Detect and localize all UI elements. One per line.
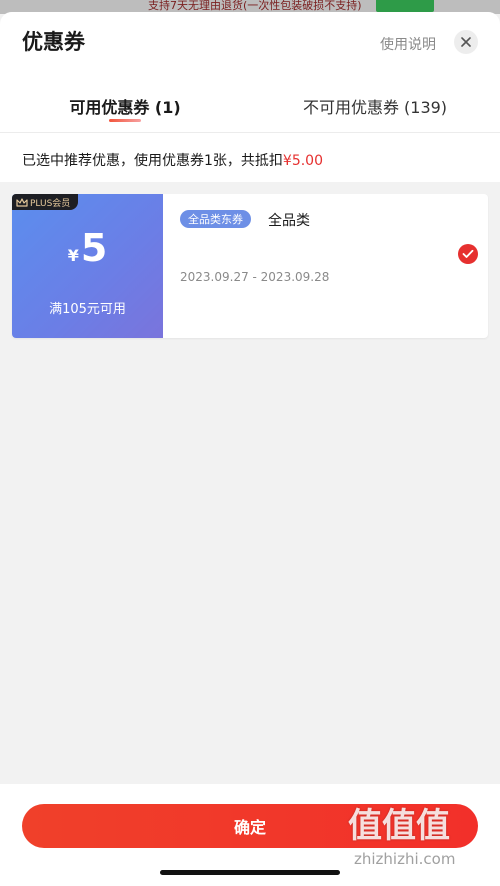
coupon-category: 全品类: [268, 213, 310, 229]
checkmark-icon: [462, 249, 474, 258]
tabs-divider: [0, 132, 500, 133]
summary-amount: ¥5.00: [282, 153, 323, 169]
coupon-condition: 满105元可用: [49, 302, 126, 317]
background-green-button: [376, 0, 434, 12]
tab-available-coupons[interactable]: 可用优惠券 (1): [0, 94, 250, 118]
coupon-select-checkbox[interactable]: [458, 244, 478, 264]
active-tab-indicator: [109, 119, 141, 122]
watermark-url: zhizhizhi.com: [354, 850, 456, 868]
coupon-value-panel: PLUS会员 ¥5 满105元可用: [12, 194, 163, 338]
tab-unavailable-coupons[interactable]: 不可用优惠券 (139): [250, 94, 500, 118]
plus-member-badge: PLUS会员: [12, 194, 79, 210]
coupon-type-tag: 全品类东券: [180, 210, 251, 228]
crown-icon: [16, 197, 28, 207]
selection-summary: 已选中推荐优惠，使用优惠券1张，共抵扣¥5.00: [22, 150, 323, 170]
close-icon: [461, 37, 471, 47]
coupon-validity-dates: 2023.09.27 - 2023.09.28: [180, 270, 330, 284]
coupon-card[interactable]: PLUS会员 ¥5 满105元可用 全品类东券 全品类 2023.09.27 -…: [12, 194, 488, 338]
watermark-logo: 值值值: [348, 806, 450, 846]
coupon-price: ¥5: [12, 226, 163, 270]
site-watermark: 值值值 zhizhizhi.com: [342, 790, 492, 886]
home-indicator: [160, 870, 340, 875]
plus-badge-label: PLUS会员: [30, 198, 71, 209]
currency-symbol: ¥: [67, 246, 79, 265]
sheet-title: 优惠券: [22, 30, 85, 54]
summary-text: 已选中推荐优惠，使用优惠券1张，共抵扣: [22, 153, 283, 169]
close-button[interactable]: [454, 30, 478, 54]
usage-instructions-link[interactable]: 使用说明: [380, 34, 436, 54]
coupon-sheet: 优惠券 使用说明 可用优惠券 (1) 不可用优惠券 (139) 已选中推荐优惠，…: [0, 12, 500, 886]
coupon-value: 5: [80, 226, 108, 270]
